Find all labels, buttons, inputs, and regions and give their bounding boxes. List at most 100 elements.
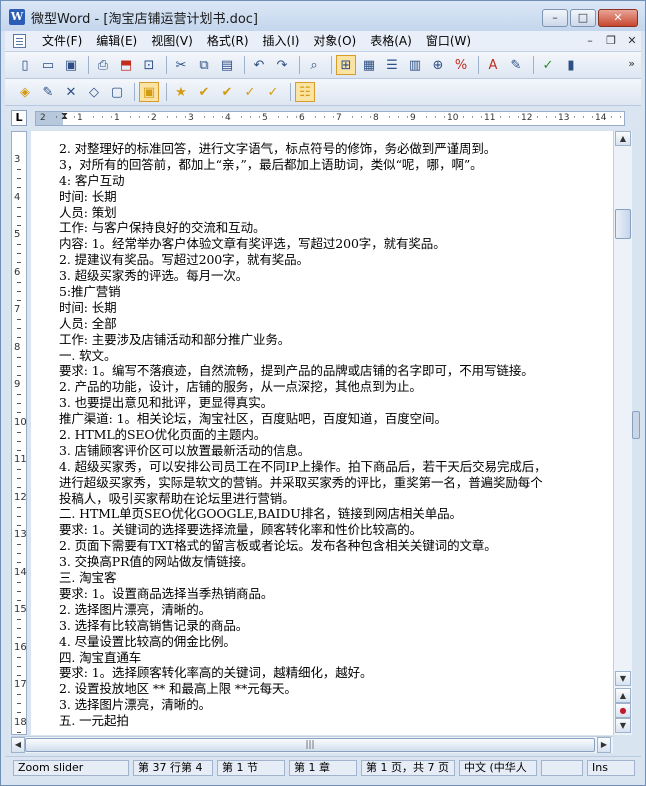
document-line[interactable]: 进行超级买家秀，实际是软文的营销。并采取买家秀的评比，重奖第一名，普遍奖励每个 <box>59 475 613 491</box>
document-line[interactable]: 2. 页面下需要有TXT格式的留言板或者论坛。发布各种包含相关关键词的文章。 <box>59 538 613 554</box>
document-line[interactable]: 4. 尽量设置比较高的佣金比例。 <box>59 634 613 650</box>
document-line[interactable]: 时间: 长期 <box>59 189 613 205</box>
scroll-down-button[interactable]: ▼ <box>615 671 631 686</box>
ruler-toggle-icon[interactable]: ⊞ <box>336 55 356 75</box>
status-chapter[interactable]: 第 1 章 <box>289 760 357 776</box>
document-line[interactable]: 人员: 全部 <box>59 316 613 332</box>
status-language[interactable]: 中文 (中华人 <box>459 760 537 776</box>
open-folder-icon[interactable]: ▭ <box>38 55 58 75</box>
horizontal-ruler[interactable]: ⧗ 2 · · · 1 · · · 1 · · · 2 · · · 3 · · · 4 · · · 5 · · · 6 · · · 7 · · · 8 ·… <box>35 111 625 126</box>
document-text[interactable]: 2. 对整理好的标准回答，进行文字语气，标点符号的修饰，务必做到严谨周到。 3，对… <box>59 141 613 729</box>
document-line[interactable]: 3，对所有的回答前，都加上“亲，”，最后都加上语助词，类似“呢，哪，啊”。 <box>59 157 613 173</box>
document-line[interactable]: 4: 客户互动 <box>59 173 613 189</box>
status-section[interactable]: 第 1 节 <box>217 760 285 776</box>
copy-shape-icon[interactable]: ◇ <box>84 82 104 102</box>
document-line[interactable]: 推广渠道: 1。相关论坛，淘宝社区，百度贴吧，百度知道，百度空间。 <box>59 411 613 427</box>
shape-icon[interactable]: ◈ <box>15 82 35 102</box>
document-line[interactable]: 2. 对整理好的标准回答，进行文字语气，标点符号的修饰，务必做到严谨周到。 <box>59 141 613 157</box>
paste-icon[interactable]: ▤ <box>217 55 237 75</box>
document-line[interactable]: 3. 交换高PR值的网站做友情链接。 <box>59 554 613 570</box>
check-icon[interactable]: ✔ <box>194 82 214 102</box>
document-line[interactable]: 要求: 1。设置商品选择当季热销商品。 <box>59 586 613 602</box>
web-view-icon[interactable]: ▥ <box>405 55 425 75</box>
print-preview-icon[interactable]: ⊡ <box>139 55 159 75</box>
page-view-icon[interactable]: ▦ <box>359 55 379 75</box>
menu-item-4[interactable]: 插入(I) <box>256 33 307 49</box>
horizontal-scrollbar[interactable]: ◀ ||| ▶ <box>11 736 613 753</box>
document-line[interactable]: 工作: 主要涉及店铺活动和部分推广业务。 <box>59 332 613 348</box>
document-line[interactable]: 一. 软文。 <box>59 348 613 364</box>
previous-page-button[interactable]: ▲ <box>615 688 631 703</box>
document-line[interactable]: 2. 设置投放地区 ** 和最高上限 **元每天。 <box>59 681 613 697</box>
delete-icon[interactable]: ✕ <box>61 82 81 102</box>
document-line[interactable]: 2. HTML的SEO优化页面的主题内。 <box>59 427 613 443</box>
scroll-left-button[interactable]: ◀ <box>11 737 25 753</box>
document-line[interactable]: 2. 产品的功能，设计，店铺的服务，从一点深挖，其他点到为止。 <box>59 379 613 395</box>
document-page[interactable]: 2. 对整理好的标准回答，进行文字语气，标点符号的修饰，务必做到严谨周到。 3，对… <box>31 131 613 735</box>
close-button[interactable]: ✕ <box>598 9 638 27</box>
percent-icon[interactable]: % <box>451 55 471 75</box>
document-line[interactable]: 3. 超级买家秀的评选。每月一次。 <box>59 268 613 284</box>
scroll-right-button[interactable]: ▶ <box>597 737 611 753</box>
undo-icon[interactable]: ↶ <box>249 55 269 75</box>
document-line[interactable]: 2. 选择图片漂亮，清晰的。 <box>59 602 613 618</box>
document-line[interactable]: 四. 淘宝直通车 <box>59 650 613 666</box>
vertical-ruler[interactable]: 3 4 5 6 7 8 9 10 11 12 13 14 15 16 17 18 <box>11 131 27 751</box>
browse-object-button[interactable]: ● <box>615 703 631 718</box>
scroll-thumb[interactable] <box>615 209 631 239</box>
menu-item-0[interactable]: 文件(F) <box>35 33 89 49</box>
find-icon[interactable]: ⌕ <box>304 55 324 75</box>
document-line[interactable]: 2. 提建议有奖品。写超过200字，就有奖品。 <box>59 252 613 268</box>
splitter-handle[interactable] <box>632 411 640 439</box>
font-color-icon[interactable]: A <box>483 55 503 75</box>
menu-item-1[interactable]: 编辑(E) <box>89 33 144 49</box>
pdf-icon[interactable]: ⬒ <box>116 55 136 75</box>
document-line[interactable]: 二. HTML单页SEO优化GOOGLE,BAIDU排名，链接到网店相关单品。 <box>59 506 613 522</box>
document-line[interactable]: 3. 也要提出意见和批评，更显得真实。 <box>59 395 613 411</box>
check-outline-icon[interactable]: ✓ <box>240 82 260 102</box>
print-icon[interactable]: ⎙ <box>93 55 113 75</box>
document-line[interactable]: 4. 超级买家秀，可以安排公司员工在不同IP上操作。拍下商品后，若干天后交易完成… <box>59 459 613 475</box>
chart-icon[interactable]: ▮ <box>561 55 581 75</box>
document-line[interactable]: 要求: 1。编写不落痕迹，自然流畅，提到产品的品牌或店铺的名字即可，不用写链接。 <box>59 363 613 379</box>
title-bar[interactable]: W 微型Word - [淘宝店铺运营计划书.doc] – □ ✕ <box>1 1 645 31</box>
minimize-button[interactable]: – <box>542 9 568 27</box>
document-line[interactable]: 5:推广营销 <box>59 284 613 300</box>
outline-view-icon[interactable]: ☰ <box>382 55 402 75</box>
tab-selector[interactable]: L <box>11 110 27 126</box>
doc-minimize-button[interactable]: – <box>581 33 599 49</box>
document-line[interactable]: 要求: 1。关键词的选择要选择流量，顾客转化率和性价比较高的。 <box>59 522 613 538</box>
menu-item-3[interactable]: 格式(R) <box>200 33 256 49</box>
redo-icon[interactable]: ↷ <box>272 55 292 75</box>
maximize-button[interactable]: □ <box>570 9 596 27</box>
menu-item-2[interactable]: 视图(V) <box>144 33 200 49</box>
document-icon[interactable] <box>13 34 26 48</box>
check-alt-icon[interactable]: ✔ <box>217 82 237 102</box>
menu-item-5[interactable]: 对象(O) <box>306 33 363 49</box>
star-icon[interactable]: ★ <box>171 82 191 102</box>
status-insert-mode[interactable]: Ins <box>587 760 635 776</box>
document-line[interactable]: 投稿人，吸引买家帮助在论坛里进行营销。 <box>59 491 613 507</box>
doc-close-button[interactable]: ✕ <box>623 33 641 49</box>
toolbar-overflow-icon[interactable]: » <box>628 57 635 70</box>
menu-item-7[interactable]: 窗口(W) <box>419 33 478 49</box>
next-page-button[interactable]: ▼ <box>615 718 631 733</box>
document-line[interactable]: 时间: 长期 <box>59 300 613 316</box>
status-page[interactable]: 第 1 页，共 7 页 <box>361 760 455 776</box>
document-line[interactable]: 五. 一元起拍 <box>59 713 613 729</box>
highlight-icon[interactable]: ✎ <box>506 55 526 75</box>
document-line[interactable]: 三. 淘宝客 <box>59 570 613 586</box>
document-line[interactable]: 内容: 1。经常举办客户体验文章有奖评选，写超过200字，就有奖品。 <box>59 236 613 252</box>
document-line[interactable]: 工作: 与客户保持良好的交流和互动。 <box>59 220 613 236</box>
document-line[interactable]: 3. 店铺顾客评价区可以放置最新活动的信息。 <box>59 443 613 459</box>
document-line[interactable]: 要求: 1。选择顾客转化率高的关键词，越精细化，越好。 <box>59 665 613 681</box>
menu-item-6[interactable]: 表格(A) <box>363 33 419 49</box>
zoom-icon[interactable]: ⊕ <box>428 55 448 75</box>
document-line[interactable]: 人员: 策划 <box>59 205 613 221</box>
object-icon[interactable]: ▣ <box>139 82 159 102</box>
vertical-scrollbar[interactable]: ▲ ▼ ▲ ● ▼ <box>613 131 632 735</box>
status-line-col[interactable]: 第 37 行第 4 <box>133 760 213 776</box>
paste-shape-icon[interactable]: ▢ <box>107 82 127 102</box>
check-outline2-icon[interactable]: ✓ <box>263 82 283 102</box>
doc-restore-button[interactable]: ❐ <box>602 33 620 49</box>
